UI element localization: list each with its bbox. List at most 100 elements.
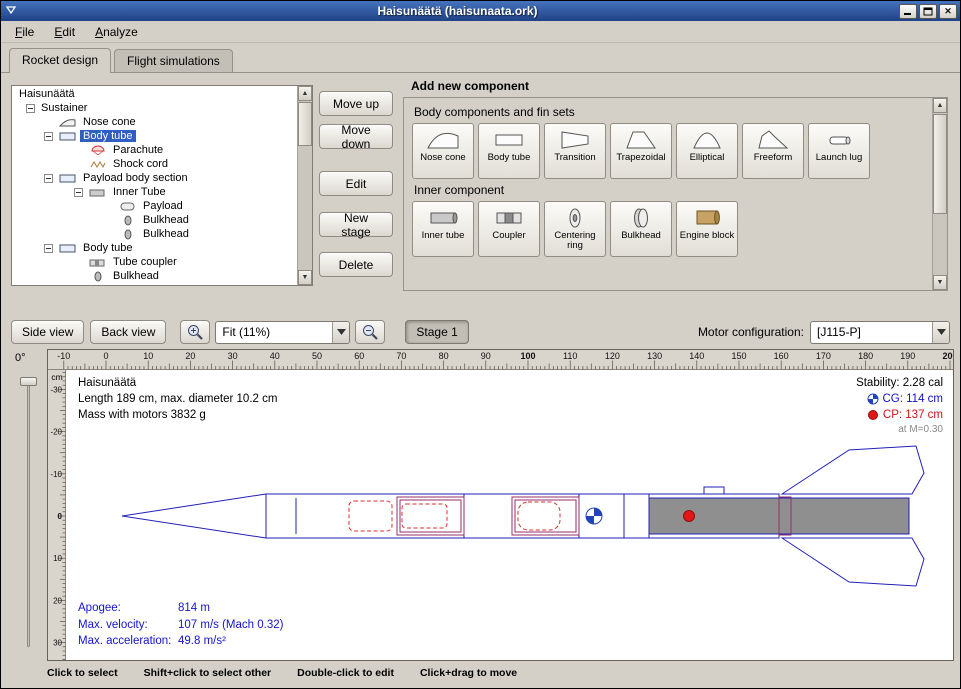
palette-body-tube-button[interactable]: Body tube — [478, 123, 540, 179]
palette-coupler-button[interactable]: Coupler — [478, 201, 540, 257]
svg-text:50: 50 — [312, 351, 322, 361]
scroll-thumb[interactable] — [933, 114, 947, 214]
mach-note: at M=0.30 — [856, 423, 943, 437]
component-tree-panel: Haisunäätä Sustainer Nose cone Body tube… — [11, 85, 313, 286]
zoom-in-button[interactable] — [180, 320, 210, 344]
minimize-button[interactable] — [899, 4, 917, 19]
zoom-select[interactable]: Fit (11%) — [215, 321, 350, 344]
back-view-button[interactable]: Back view — [90, 320, 166, 344]
nose-cone-shape[interactable] — [122, 494, 266, 538]
tab-flight-simulations[interactable]: Flight simulations — [114, 49, 233, 72]
engine-block-icon — [690, 205, 724, 231]
body-tube-icon — [492, 127, 526, 153]
fin-bottom-shape[interactable] — [782, 538, 924, 586]
tree-item-payload-body-section[interactable]: Payload body section — [12, 171, 296, 185]
scroll-down-icon[interactable]: ▼ — [933, 275, 947, 290]
component-tree: Haisunäätä Sustainer Nose cone Body tube… — [12, 87, 296, 285]
max-velocity-value: 107 m/s (Mach 0.32) — [178, 619, 283, 631]
palette-transition-button[interactable]: Transition — [544, 123, 606, 179]
collapse-icon[interactable] — [74, 188, 83, 197]
palette-nose-cone-button[interactable]: Nose cone — [412, 123, 474, 179]
tree-item-payload[interactable]: Payload — [12, 199, 296, 213]
collapse-icon[interactable] — [44, 174, 53, 183]
transition-icon — [558, 127, 592, 153]
cp-value: CP: 137 cm — [883, 407, 943, 423]
rocket-mass: Mass with motors 3832 g — [78, 407, 277, 423]
tree-item-parachute[interactable]: Parachute — [12, 143, 296, 157]
scroll-down-icon[interactable]: ▼ — [298, 270, 312, 285]
palette-elliptical-fin-button[interactable]: Elliptical — [676, 123, 738, 179]
slider-handle[interactable] — [20, 377, 37, 386]
launch-lug-shape[interactable] — [704, 487, 724, 494]
rotation-slider[interactable] — [9, 369, 47, 661]
svg-text:10: 10 — [143, 351, 153, 361]
tree-item-sustainer[interactable]: Sustainer — [12, 101, 296, 115]
zoom-out-button[interactable] — [355, 320, 385, 344]
chevron-down-icon[interactable] — [932, 322, 949, 343]
apogee-label: Apogee: — [78, 600, 178, 617]
tree-item-rocket[interactable]: Haisunäätä — [12, 87, 296, 101]
shock-cord-icon — [86, 159, 110, 170]
maximize-button[interactable] — [919, 4, 937, 19]
svg-text:100: 100 — [520, 351, 535, 361]
move-up-button[interactable]: Move up — [319, 91, 393, 116]
palette-freeform-fin-button[interactable]: Freeform — [742, 123, 804, 179]
palette-scrollbar[interactable]: ▲ ▼ — [932, 98, 947, 290]
menu-file[interactable]: File — [7, 23, 42, 41]
stage-1-toggle[interactable]: Stage 1 — [405, 320, 468, 344]
inner-component-row: Inner tube Coupler Centering ring Bulkhe… — [412, 201, 927, 257]
cg-value: CG: 114 cm — [883, 391, 944, 407]
fin-top-shape[interactable] — [782, 446, 924, 494]
max-acceleration-value: 49.8 m/s² — [178, 635, 226, 647]
tab-rocket-design[interactable]: Rocket design — [9, 48, 111, 73]
new-stage-button[interactable]: New stage — [319, 212, 393, 237]
collapse-icon[interactable] — [44, 244, 53, 253]
svg-text:0: 0 — [58, 512, 63, 521]
stability-value: Stability: 2.28 cal — [856, 375, 943, 391]
palette-centering-ring-button[interactable]: Centering ring — [544, 201, 606, 257]
tree-scrollbar[interactable]: ▲ ▼ — [297, 86, 312, 285]
bulkhead-icon — [86, 271, 110, 282]
rocket-canvas[interactable]: Haisunäätä Length 189 cm, max. diameter … — [66, 370, 953, 660]
side-view-button[interactable]: Side view — [11, 320, 84, 344]
delete-button[interactable]: Delete — [319, 252, 393, 277]
motor-configuration-select[interactable]: [J115-P] — [810, 321, 950, 344]
cp-icon — [867, 409, 879, 421]
svg-text:170: 170 — [816, 351, 831, 361]
tree-item-inner-tube[interactable]: Inner Tube — [12, 185, 296, 199]
payload-icon — [116, 201, 140, 212]
tree-item-nose-cone[interactable]: Nose cone — [12, 115, 296, 129]
move-down-button[interactable]: Move down — [319, 124, 393, 149]
inner-tube-icon — [426, 205, 460, 231]
chevron-down-icon[interactable] — [332, 322, 349, 343]
tree-item-shock-cord[interactable]: Shock cord — [12, 157, 296, 171]
menu-analyze[interactable]: Analyze — [87, 23, 146, 41]
menu-edit[interactable]: Edit — [46, 23, 83, 41]
collapse-icon[interactable] — [26, 104, 35, 113]
body-tube-icon — [56, 131, 80, 142]
palette-inner-tube-button[interactable]: Inner tube — [412, 201, 474, 257]
title-bar[interactable]: Haisunäätä (haisunaata.ork) ✕ — [1, 1, 960, 21]
rocket-name: Haisunäätä — [78, 375, 277, 391]
coupler-icon — [492, 205, 526, 231]
tree-item-bulkhead-aft[interactable]: Bulkhead — [12, 269, 296, 283]
motor-configuration-value: [J115-P] — [811, 325, 932, 339]
tree-item-body-tube[interactable]: Body tube — [12, 129, 296, 143]
tree-item-body-tube-aft[interactable]: Body tube — [12, 241, 296, 255]
close-button[interactable]: ✕ — [939, 4, 957, 19]
max-acceleration-label: Max. acceleration: — [78, 633, 178, 650]
tree-item-bulkhead[interactable]: Bulkhead — [12, 213, 296, 227]
tree-item-tube-coupler[interactable]: Tube coupler — [12, 255, 296, 269]
palette-bulkhead-button[interactable]: Bulkhead — [610, 201, 672, 257]
scroll-thumb[interactable] — [298, 102, 312, 146]
collapse-icon[interactable] — [44, 132, 53, 141]
forward-body-tube-shape[interactable] — [266, 494, 579, 538]
scroll-up-icon[interactable]: ▲ — [933, 98, 947, 113]
stability-info: Stability: 2.28 cal CG: 114 cm CP: 137 c… — [856, 375, 943, 437]
palette-engine-block-button[interactable]: Engine block — [676, 201, 738, 257]
palette-trapezoidal-fin-button[interactable]: Trapezoidal — [610, 123, 672, 179]
tree-item-bulkhead[interactable]: Bulkhead — [12, 227, 296, 241]
palette-launch-lug-button[interactable]: Launch lug — [808, 123, 870, 179]
edit-button[interactable]: Edit — [319, 171, 393, 196]
scroll-up-icon[interactable]: ▲ — [298, 86, 312, 101]
